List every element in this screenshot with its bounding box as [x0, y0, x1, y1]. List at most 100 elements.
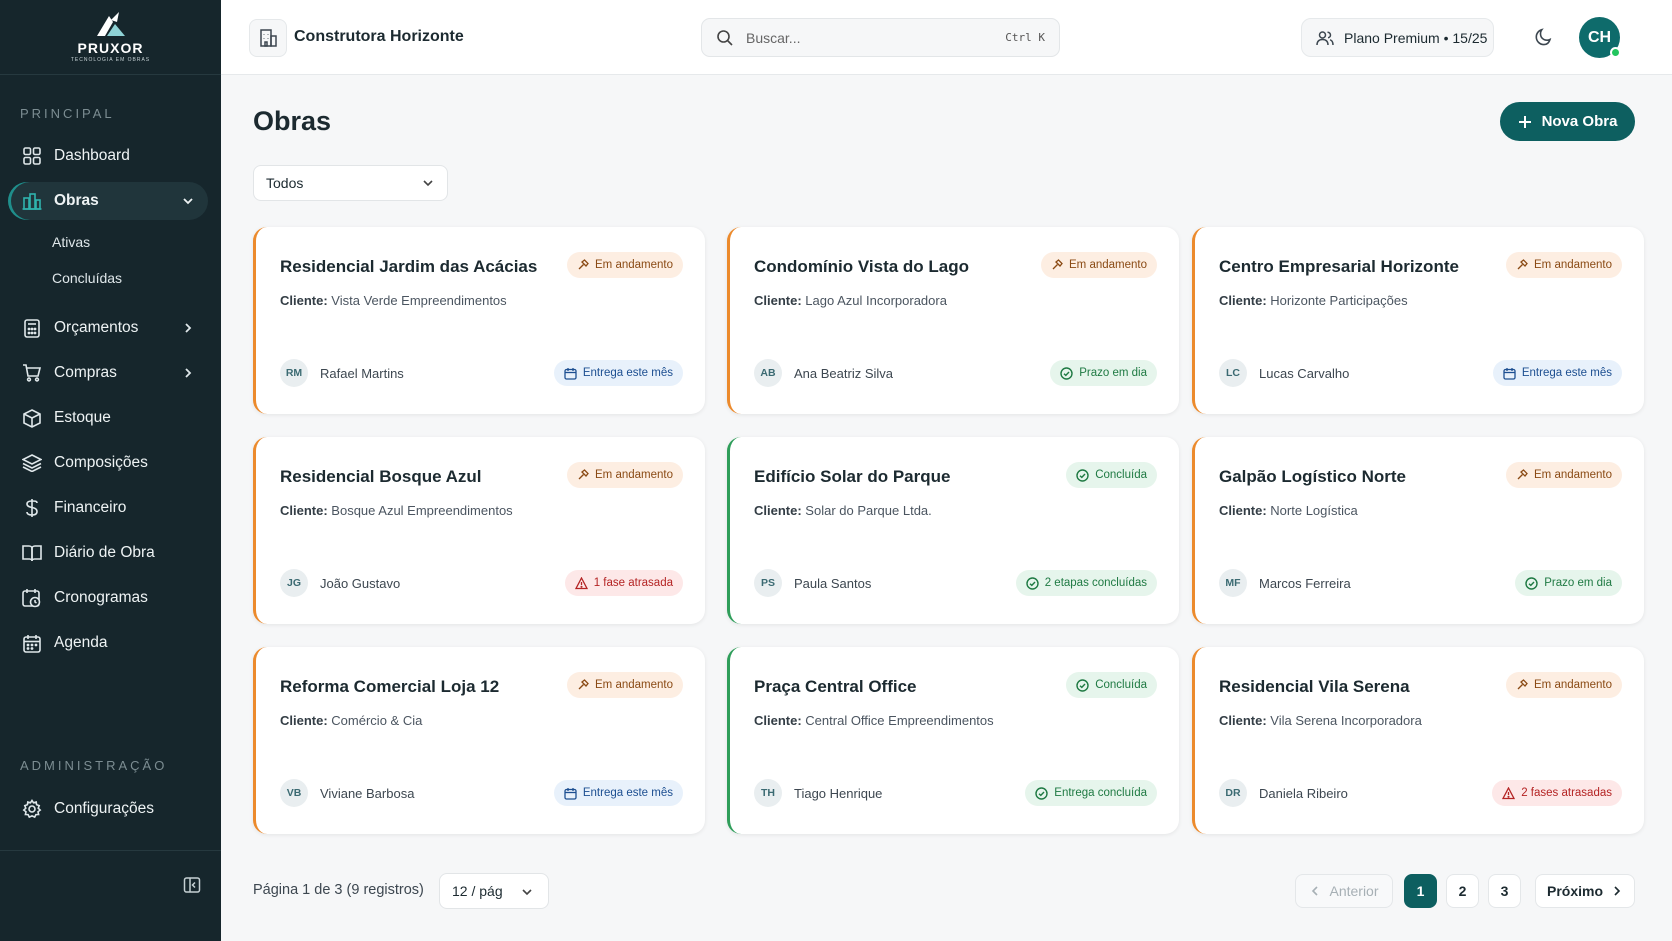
calendar-icon: [564, 787, 577, 800]
next-label: Próximo: [1546, 883, 1603, 899]
sidebar-item-orcamentos[interactable]: Orçamentos: [8, 309, 208, 347]
obra-client: Cliente: Lago Azul Incorporadora: [754, 293, 947, 308]
hammer-icon: [577, 259, 589, 271]
client-name: Horizonte Participações: [1270, 293, 1408, 308]
deadline-label: Prazo em dia: [1544, 577, 1612, 589]
obra-client: Cliente: Comércio & Cia: [280, 713, 422, 728]
sidebar-item-label: Composições: [54, 454, 148, 471]
deadline-label: Entrega este mês: [582, 367, 673, 379]
per-page-select[interactable]: 12 / pág: [439, 873, 549, 909]
search-icon: [717, 30, 733, 46]
sidebar-collapse-icon[interactable]: [183, 876, 201, 894]
sidebar-subitem-concluidas[interactable]: Concluídas: [52, 270, 122, 286]
hammer-icon: [577, 679, 589, 691]
deadline-label: Entrega concluída: [1054, 787, 1147, 799]
status-label: Em andamento: [1534, 259, 1612, 271]
status-label: Em andamento: [1069, 259, 1147, 271]
responsible-avatar: TH: [754, 779, 782, 807]
obra-title: Residencial Vila Serena: [1219, 677, 1410, 696]
company-name[interactable]: Construtora Horizonte: [294, 28, 464, 46]
obra-card[interactable]: Reforma Comercial Loja 12 Em andamento Cli…: [253, 647, 705, 834]
status-badge: Em andamento: [1041, 252, 1157, 278]
obra-card[interactable]: Centro Empresarial Horizonte Em andamento…: [1192, 227, 1644, 414]
obra-card[interactable]: Galpão Logístico Norte Em andamento Client…: [1192, 437, 1644, 624]
sidebar-item-compras[interactable]: Compras: [8, 354, 208, 392]
obra-title: Reforma Comercial Loja 12: [280, 677, 500, 696]
brand-logo[interactable]: PRUXOR TECNOLOGIA EM OBRAS: [0, 0, 221, 75]
hammer-icon: [1516, 469, 1528, 481]
sidebar-item-obras[interactable]: Obras: [8, 182, 208, 220]
plan-badge[interactable]: Plano Premium • 15/25: [1301, 18, 1494, 57]
responsible-name: Tiago Henrique: [794, 786, 883, 801]
sidebar-item-estoque[interactable]: Estoque: [8, 399, 208, 437]
sidebar-item-composicoes[interactable]: Composições: [8, 444, 208, 482]
responsible-name: João Gustavo: [320, 576, 401, 591]
obra-card[interactable]: Edifício Solar do Parque Concluída Cliente…: [727, 437, 1179, 624]
responsible-name: Marcos Ferreira: [1259, 576, 1351, 591]
client-label: Cliente:: [280, 713, 328, 728]
obra-card[interactable]: Residencial Vila Serena Em andamento Clien…: [1192, 647, 1644, 834]
pagination-page-2[interactable]: 2: [1446, 874, 1479, 908]
sidebar-item-label: Estoque: [54, 409, 111, 426]
obra-title: Galpão Logístico Norte: [1219, 467, 1407, 486]
status-label: Em andamento: [595, 679, 673, 691]
obra-client: Cliente: Vila Serena Incorporadora: [1219, 713, 1422, 728]
deadline-label: 2 fases atrasadas: [1521, 787, 1612, 799]
status-badge: Concluída: [1066, 672, 1157, 698]
chevron-right-icon: [185, 368, 192, 378]
filter-value: Todos: [266, 175, 304, 191]
check-circle-icon: [1076, 468, 1089, 482]
obra-title: Condomínio Vista do Lago: [754, 257, 970, 276]
search-box[interactable]: Ctrl K: [701, 18, 1060, 57]
deadline-tag: Prazo em dia: [1515, 570, 1622, 596]
deadline-tag: 1 fase atrasada: [564, 570, 683, 596]
obra-card[interactable]: Residencial Jardim das Acácias Em andamen…: [253, 227, 705, 414]
sidebar-item-label: Compras: [54, 364, 117, 381]
sidebar-item-label: Orçamentos: [54, 319, 139, 336]
status-filter-select[interactable]: Todos: [253, 165, 448, 201]
pagination-page-1[interactable]: 1: [1404, 874, 1437, 908]
responsible-avatar: AB: [754, 359, 782, 387]
calendar-clock-icon: [22, 588, 42, 608]
sidebar-item-configuracoes[interactable]: Configurações: [8, 790, 208, 828]
obra-card[interactable]: Condomínio Vista do Lago Em andamento Clie…: [727, 227, 1179, 414]
status-badge: Em andamento: [1506, 672, 1622, 698]
sidebar-footer: [0, 850, 221, 941]
client-name: Vista Verde Empreendimentos: [331, 293, 507, 308]
pagination-next-button[interactable]: Próximo: [1535, 874, 1635, 908]
sidebar-item-diario-de-obra[interactable]: Diário de Obra: [8, 534, 208, 572]
sidebar-item-cronogramas[interactable]: Cronogramas: [8, 579, 208, 617]
section-label-principal: PRINCIPAL: [20, 106, 115, 121]
responsible-name: Daniela Ribeiro: [1259, 786, 1348, 801]
new-obra-button[interactable]: Nova Obra: [1500, 102, 1635, 141]
obra-title: Centro Empresarial Horizonte: [1219, 257, 1459, 276]
deadline-label: Entrega este mês: [582, 787, 673, 799]
obra-client: Cliente: Horizonte Participações: [1219, 293, 1408, 308]
sidebar-subitem-ativas[interactable]: Ativas: [52, 234, 90, 250]
hammer-icon: [1051, 259, 1063, 271]
hammer-icon: [577, 469, 589, 481]
deadline-tag: Entrega este mês: [1492, 360, 1622, 386]
search-shortcut: Ctrl K: [1005, 31, 1045, 44]
sidebar-item-financeiro[interactable]: Financeiro: [8, 489, 208, 527]
client-label: Cliente:: [754, 503, 802, 518]
obra-card[interactable]: Residencial Bosque Azul Em andamento Clien…: [253, 437, 705, 624]
obra-card[interactable]: Praça Central Office Concluída Cliente: Ce…: [727, 647, 1179, 834]
deadline-tag: Entrega este mês: [553, 360, 683, 386]
sidebar-item-agenda[interactable]: Agenda: [8, 624, 208, 662]
cart-icon: [22, 363, 42, 383]
company-building-icon[interactable]: [249, 19, 287, 57]
responsible-avatar: LC: [1219, 359, 1247, 387]
sidebar: PRUXOR TECNOLOGIA EM OBRAS PRINCIPAL Das…: [0, 0, 221, 941]
sidebar-item-dashboard[interactable]: Dashboard: [8, 137, 208, 175]
per-page-value: 12 / pág: [452, 883, 503, 899]
pagination-prev-button[interactable]: Anterior: [1295, 874, 1393, 908]
calculator-icon: [22, 318, 42, 338]
search-input[interactable]: [746, 28, 966, 48]
deadline-label: 2 etapas concluídas: [1044, 577, 1147, 589]
responsible-avatar: VB: [280, 779, 308, 807]
pagination-page-3[interactable]: 3: [1488, 874, 1521, 908]
building-icon: [22, 191, 42, 211]
check-circle-icon: [1076, 678, 1089, 692]
moon-icon[interactable]: [1534, 27, 1554, 47]
